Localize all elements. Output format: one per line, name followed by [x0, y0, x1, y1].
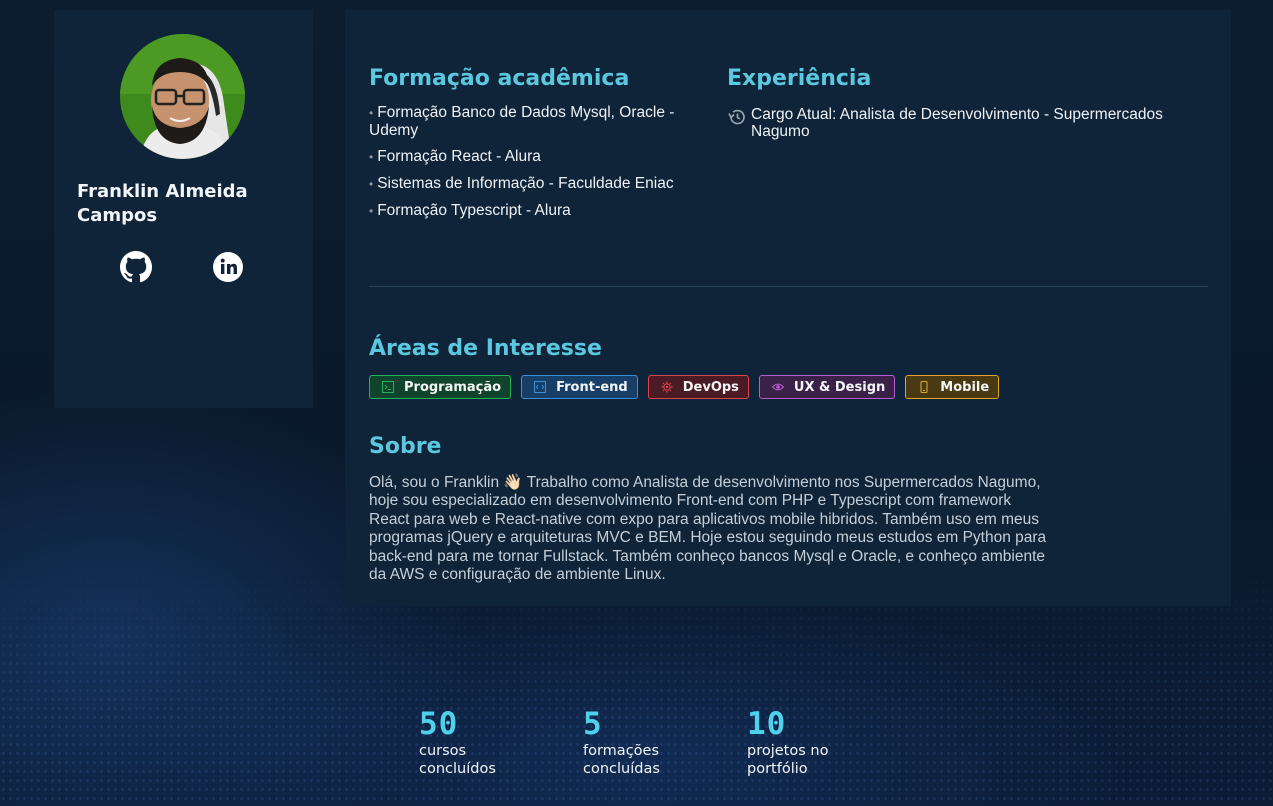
education-item: • Formação Banco de Dados Mysql, Oracle -… [369, 104, 675, 139]
education-item: • Sistemas de Informação - Faculdade Enia… [369, 175, 674, 192]
terminal-icon [382, 381, 394, 393]
stat-projects: 10 projetos no portfólio [747, 706, 867, 778]
tag-devops[interactable]: DevOps [647, 375, 749, 399]
education-item: • Formação Typescript - Alura [369, 202, 571, 219]
smartphone-icon [920, 381, 928, 393]
tag-mobile[interactable]: Mobile [905, 375, 1000, 399]
bullet-icon: • [369, 204, 374, 218]
about-title: Sobre [369, 434, 442, 459]
education-list: • Formação Banco de Dados Mysql, Oracle -… [369, 104, 687, 229]
bullet-icon: • [369, 177, 374, 191]
eye-icon [771, 383, 784, 391]
experience-title: Experiência [727, 66, 872, 91]
linkedin-link[interactable] [212, 251, 244, 283]
tag-programacao[interactable]: Programação [369, 375, 512, 399]
stat-label: formações concluídas [583, 743, 660, 777]
stat-label: projetos no portfólio [747, 743, 829, 777]
stat-value: 50 [419, 706, 459, 742]
profile-card: Franklin Almeida Campos [54, 10, 313, 408]
gear-icon [661, 381, 673, 393]
history-icon [728, 109, 745, 125]
education-title: Formação acadêmica [369, 66, 630, 91]
bullet-icon: • [369, 150, 374, 164]
experience-item: Cargo Atual: Analista de Desenvolvimento… [727, 106, 1197, 140]
code-window-icon [534, 381, 547, 393]
about-text: Olá, sou o Franklin 👋🏻 Trabalho como Ana… [369, 474, 1047, 584]
stat-courses: 50 cursos concluídos [419, 706, 539, 778]
education-item: • Formação React - Alura [369, 148, 541, 165]
main-card: Formação acadêmica • Formação Banco de Da… [345, 10, 1231, 606]
stat-formations: 5 formações concluídas [583, 706, 703, 778]
section-divider [369, 286, 1208, 287]
github-icon [120, 251, 152, 283]
profile-name: Franklin Almeida Campos [77, 181, 248, 226]
stat-value: 5 [583, 706, 603, 742]
linkedin-icon [213, 252, 243, 282]
interest-tags: Programação Front-end DevOps UX & Design [369, 375, 1000, 399]
avatar [120, 34, 245, 159]
interests-title: Áreas de Interesse [369, 336, 602, 361]
tag-front-end[interactable]: Front-end [521, 375, 638, 399]
tag-ux-design[interactable]: UX & Design [758, 375, 896, 399]
stat-label: cursos concluídos [419, 743, 496, 777]
github-link[interactable] [120, 251, 152, 283]
bullet-icon: • [369, 106, 374, 120]
stat-value: 10 [747, 706, 787, 742]
